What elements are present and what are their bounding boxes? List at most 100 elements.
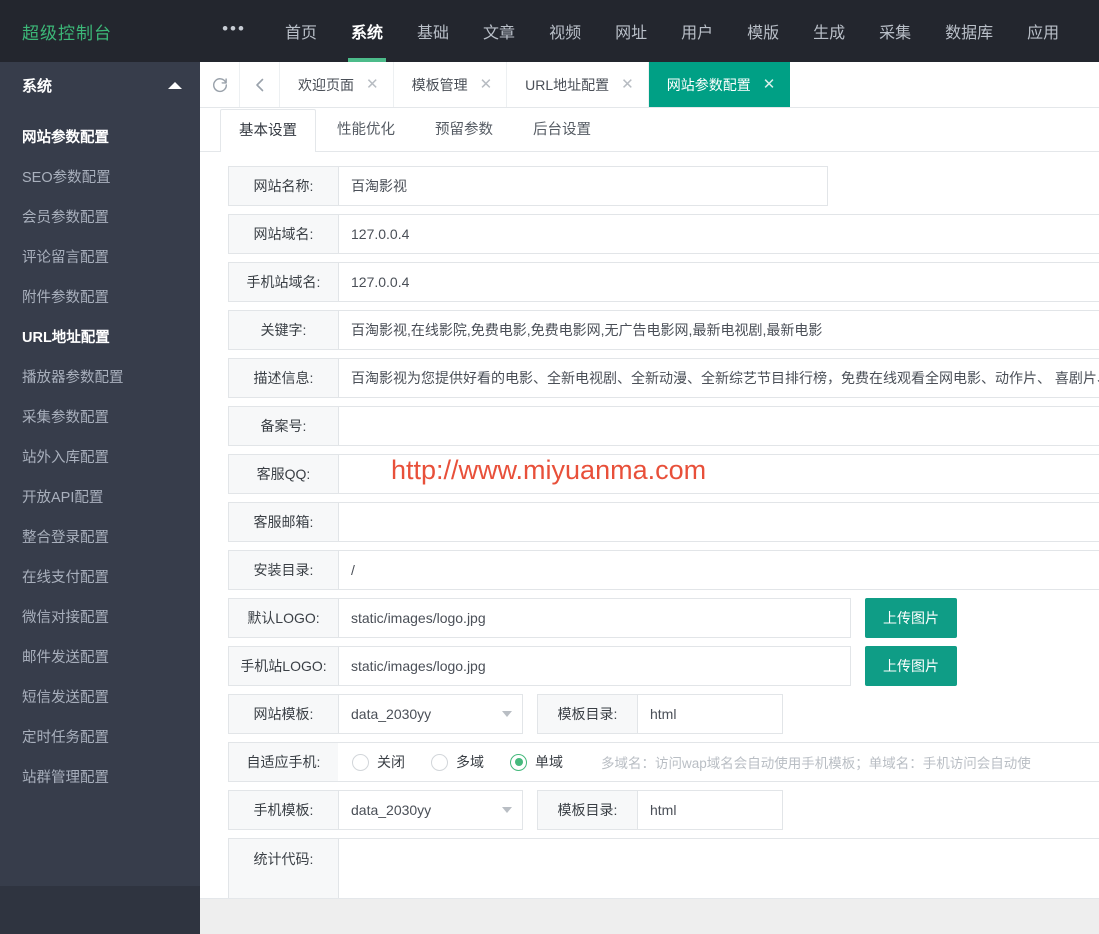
topnav-item-4[interactable]: 视频 bbox=[532, 0, 598, 62]
label-template-dir: 模板目录: bbox=[537, 694, 637, 734]
tab-item-label: 网站参数配置 bbox=[666, 76, 751, 93]
topnav-item-label: 系统 bbox=[351, 25, 384, 42]
sidebar-item-3[interactable]: 评论留言配置 bbox=[0, 236, 200, 276]
input-mobile-template-dir[interactable]: html bbox=[637, 790, 783, 830]
topnav-item-2[interactable]: 基础 bbox=[400, 0, 466, 62]
sidebar-item-13[interactable]: 邮件发送配置 bbox=[0, 636, 200, 676]
label-adaptive-mobile: 自适应手机: bbox=[228, 742, 338, 782]
input-mobile-domain[interactable]: 127.0.0.4 bbox=[338, 262, 1099, 302]
sidebar-item-9[interactable]: 开放API配置 bbox=[0, 476, 200, 516]
topnav-item-label: 网址 bbox=[615, 25, 648, 42]
radio-adaptive-1[interactable]: 多域 bbox=[431, 752, 484, 772]
topnav-item-3[interactable]: 文章 bbox=[466, 0, 532, 62]
sidebar-item-16[interactable]: 站群管理配置 bbox=[0, 756, 200, 796]
input-site-domain[interactable]: 127.0.0.4 bbox=[338, 214, 1099, 254]
sidebar-item-15[interactable]: 定时任务配置 bbox=[0, 716, 200, 756]
input-template-dir[interactable]: html bbox=[637, 694, 783, 734]
form-row-site-template: 网站模板: data_2030yy 模板目录: html bbox=[228, 694, 798, 734]
brand-title: 超级控制台 bbox=[22, 23, 112, 43]
input-default-logo[interactable]: static/images/logo.jpg bbox=[338, 598, 851, 638]
sidebar-item-7[interactable]: 采集参数配置 bbox=[0, 396, 200, 436]
sidebar-item-label: 站外入库配置 bbox=[22, 449, 109, 466]
select-site-template[interactable]: data_2030yy bbox=[338, 694, 523, 734]
sidebar-item-label: 在线支付配置 bbox=[22, 569, 109, 586]
topnav-item-label: 生成 bbox=[813, 25, 846, 42]
topnav-item-10[interactable]: 数据库 bbox=[928, 0, 1010, 62]
topnav-item-11[interactable]: 应用 bbox=[1010, 0, 1076, 62]
topnav-item-label: 视频 bbox=[549, 25, 582, 42]
form-row-service-email: 客服邮箱: bbox=[228, 502, 1099, 542]
topnav-item-5[interactable]: 网址 bbox=[598, 0, 664, 62]
input-mobile-logo[interactable]: static/images/logo.jpg bbox=[338, 646, 851, 686]
sidebar-item-10[interactable]: 整合登录配置 bbox=[0, 516, 200, 556]
tab-item-2[interactable]: URL地址配置 ✕ bbox=[507, 62, 649, 107]
label-keywords: 关键字: bbox=[228, 310, 338, 350]
select-mobile-template[interactable]: data_2030yy bbox=[338, 790, 523, 830]
adaptive-mobile-hint: 多域名：访问wap域名会自动使用手机模板；单域名：手机访问会自动使 bbox=[601, 756, 1031, 771]
sidebar-item-11[interactable]: 在线支付配置 bbox=[0, 556, 200, 596]
radio-label: 关闭 bbox=[377, 754, 405, 770]
label-site-domain: 网站域名: bbox=[228, 214, 338, 254]
tab-close-icon[interactable]: ✕ bbox=[621, 77, 634, 92]
sidebar-item-4[interactable]: 附件参数配置 bbox=[0, 276, 200, 316]
input-description[interactable]: 百淘影视为您提供好看的电影、全新电视剧、全新动漫、全新综艺节目排行榜，免费在线观… bbox=[338, 358, 1099, 398]
sidebar-item-label: 会员参数配置 bbox=[22, 209, 109, 226]
sidebar-item-label: 采集参数配置 bbox=[22, 409, 109, 426]
input-install-dir[interactable]: / bbox=[338, 550, 1099, 590]
tab-item-3[interactable]: 网站参数配置 ✕ bbox=[648, 62, 791, 107]
form-row-install-dir: 安装目录: / bbox=[228, 550, 1099, 590]
chevron-up-icon[interactable] bbox=[168, 81, 182, 89]
brand-logo[interactable]: 超级控制台 bbox=[0, 0, 200, 62]
label-install-dir: 安装目录: bbox=[228, 550, 338, 590]
topnav-item-1[interactable]: 系统 bbox=[334, 0, 400, 62]
topnav-item-0[interactable]: 首页 bbox=[268, 0, 334, 62]
sidebar-item-2[interactable]: 会员参数配置 bbox=[0, 196, 200, 236]
input-site-name[interactable]: 百淘影视 bbox=[338, 166, 828, 206]
sidebar-item-12[interactable]: 微信对接配置 bbox=[0, 596, 200, 636]
radio-group-adaptive-mobile: 关闭 多域 单域 多域名：访问wap域名会自动使用手机模板；单域名：手机访问会自动使 bbox=[338, 742, 1099, 782]
form-row-service-qq: 客服QQ: bbox=[228, 454, 1099, 494]
topnav-item-label: 基础 bbox=[417, 25, 450, 42]
sub-tab-2[interactable]: 预留参数 bbox=[416, 108, 512, 151]
back-chevron-icon[interactable] bbox=[240, 62, 280, 107]
tab-item-label: 欢迎页面 bbox=[298, 76, 354, 93]
topnav-item-6[interactable]: 用户 bbox=[664, 0, 730, 62]
sidebar-item-6[interactable]: 播放器参数配置 bbox=[0, 356, 200, 396]
input-icp[interactable] bbox=[338, 406, 1099, 446]
sidebar-item-0[interactable]: 网站参数配置 bbox=[0, 116, 200, 156]
input-service-qq[interactable] bbox=[338, 454, 1099, 494]
select-site-template-value: data_2030yy bbox=[351, 706, 432, 722]
label-mobile-logo: 手机站LOGO: bbox=[228, 646, 338, 686]
topnav-item-9[interactable]: 采集 bbox=[862, 0, 928, 62]
radio-adaptive-0[interactable]: 关闭 bbox=[352, 752, 405, 772]
input-keywords[interactable]: 百淘影视,在线影院,免费电影,免费电影网,无广告电影网,最新电视剧,最新电影 bbox=[338, 310, 1099, 350]
sub-tab-1[interactable]: 性能优化 bbox=[318, 108, 414, 151]
topnav-item-8[interactable]: 生成 bbox=[796, 0, 862, 62]
topnav-item-label: 数据库 bbox=[945, 25, 994, 42]
sidebar-header[interactable]: 系统 bbox=[0, 62, 200, 108]
sub-tab-3[interactable]: 后台设置 bbox=[514, 108, 610, 151]
upload-default-logo-button[interactable]: 上传图片 bbox=[865, 598, 957, 638]
tab-item-0[interactable]: 欢迎页面 ✕ bbox=[280, 62, 394, 107]
radio-adaptive-2[interactable]: 单域 bbox=[510, 752, 563, 772]
topnav-item-7[interactable]: 模版 bbox=[730, 0, 796, 62]
topnav-item-label: 模版 bbox=[747, 25, 780, 42]
tab-close-icon[interactable]: ✕ bbox=[480, 77, 493, 92]
refresh-icon[interactable] bbox=[200, 62, 240, 107]
form-row-icp: 备案号: bbox=[228, 406, 1099, 446]
sub-tab-0[interactable]: 基本设置 bbox=[220, 109, 316, 152]
sidebar-item-5[interactable]: URL地址配置 bbox=[0, 316, 200, 356]
label-site-name: 网站名称: bbox=[228, 166, 338, 206]
sidebar-item-8[interactable]: 站外入库配置 bbox=[0, 436, 200, 476]
upload-mobile-logo-button[interactable]: 上传图片 bbox=[865, 646, 957, 686]
input-service-email[interactable] bbox=[338, 502, 1099, 542]
tab-close-icon[interactable]: ✕ bbox=[763, 77, 776, 92]
tab-item-1[interactable]: 模板管理 ✕ bbox=[393, 62, 508, 107]
sidebar-item-1[interactable]: SEO参数配置 bbox=[0, 156, 200, 196]
radio-label: 单域 bbox=[535, 754, 563, 770]
sidebar-item-14[interactable]: 短信发送配置 bbox=[0, 676, 200, 716]
form-row-site-domain: 网站域名: 127.0.0.4 bbox=[228, 214, 1099, 254]
more-menu-icon[interactable]: ••• bbox=[200, 0, 268, 62]
tab-close-icon[interactable]: ✕ bbox=[366, 77, 379, 92]
topnav-item-label: 应用 bbox=[1027, 25, 1060, 42]
